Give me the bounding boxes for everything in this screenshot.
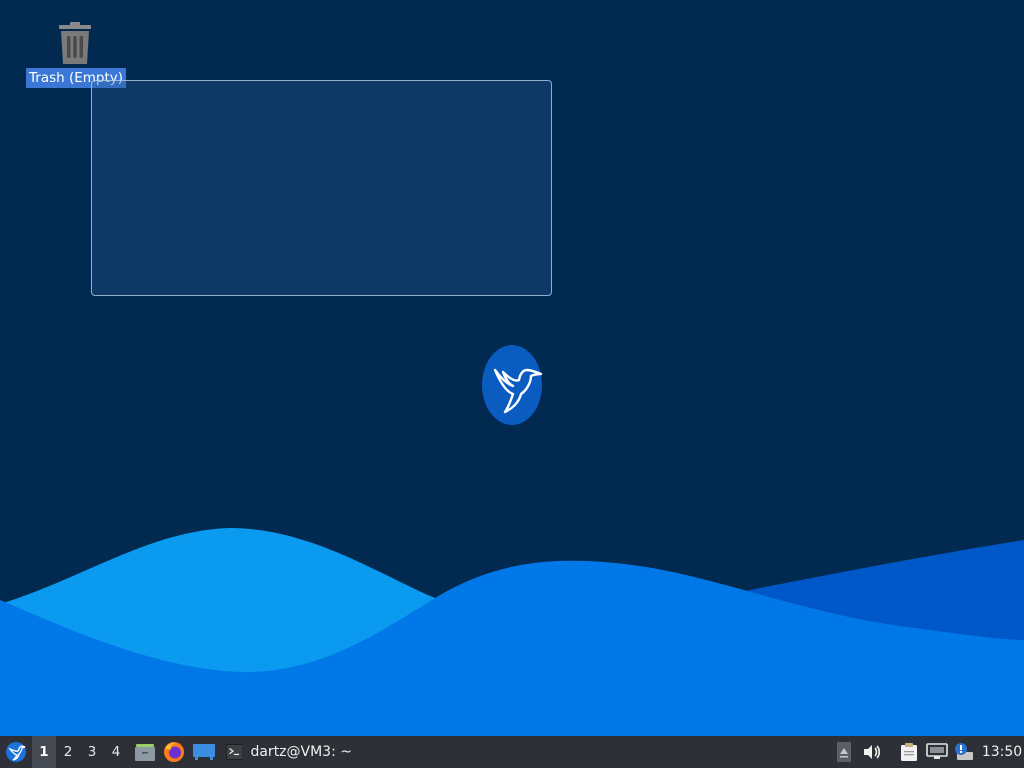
update-notifier-icon — [955, 743, 973, 760]
clipboard-icon — [901, 743, 917, 761]
file-manager-launcher[interactable] — [132, 736, 158, 768]
workspace-2-button[interactable]: 2 — [56, 736, 80, 768]
show-desktop-button[interactable] — [190, 736, 218, 768]
tray-expand-button[interactable] — [834, 736, 854, 768]
tray-expand-icon — [837, 742, 851, 762]
network-icon — [926, 743, 948, 759]
lubuntu-bird-logo — [482, 345, 543, 425]
workspace-1-button[interactable]: 1 — [32, 736, 56, 768]
terminal-icon — [226, 744, 244, 760]
workspace-3-button[interactable]: 3 — [80, 736, 104, 768]
terminal-window-button[interactable]: dartz@VM3: ~ — [222, 736, 352, 768]
clipboard-button[interactable] — [897, 736, 921, 768]
file-manager-icon — [135, 744, 155, 761]
trash-desktop-icon[interactable]: Trash (Empty) — [26, 20, 127, 88]
clock[interactable]: 13:50 — [980, 736, 1024, 768]
network-button[interactable] — [925, 736, 949, 768]
firefox-icon — [164, 742, 184, 762]
lubuntu-menu-icon — [6, 742, 26, 762]
update-notifier-button[interactable] — [952, 736, 976, 768]
application-menu-button[interactable] — [2, 736, 30, 768]
taskbar: 1 2 3 4 dartz@VM3: ~ 13:50 — [0, 736, 1024, 768]
trash-icon — [59, 22, 91, 64]
workspace-4-button[interactable]: 4 — [104, 736, 128, 768]
selection-rectangle — [91, 80, 552, 296]
firefox-launcher[interactable] — [161, 736, 187, 768]
show-desktop-icon — [193, 744, 215, 760]
volume-button[interactable] — [860, 736, 884, 768]
desktop[interactable]: Trash (Empty) — [0, 0, 1024, 736]
volume-icon — [864, 745, 881, 759]
window-title: dartz@VM3: ~ — [250, 744, 352, 760]
